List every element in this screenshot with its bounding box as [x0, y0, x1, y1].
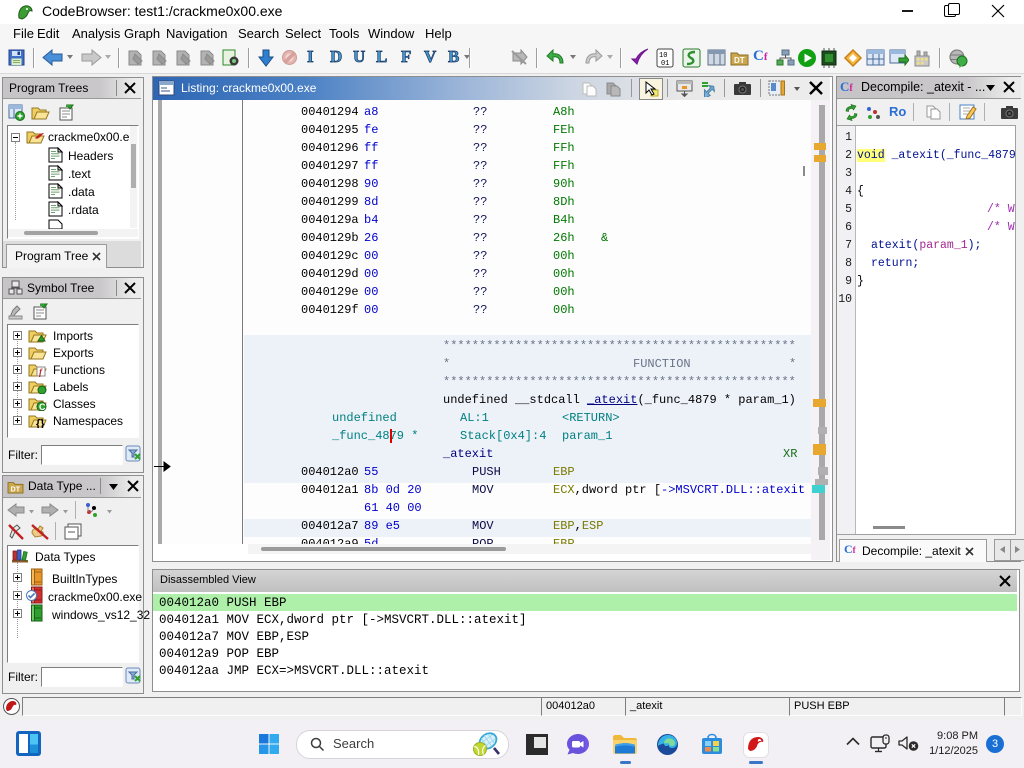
svg-text:DT: DT — [11, 486, 21, 493]
svg-text:10: 10 — [659, 52, 667, 60]
svg-text:{}: {} — [36, 418, 45, 428]
svg-text:DT: DT — [734, 56, 745, 65]
svg-text:C: C — [39, 402, 46, 411]
svg-text:01: 01 — [661, 60, 669, 68]
